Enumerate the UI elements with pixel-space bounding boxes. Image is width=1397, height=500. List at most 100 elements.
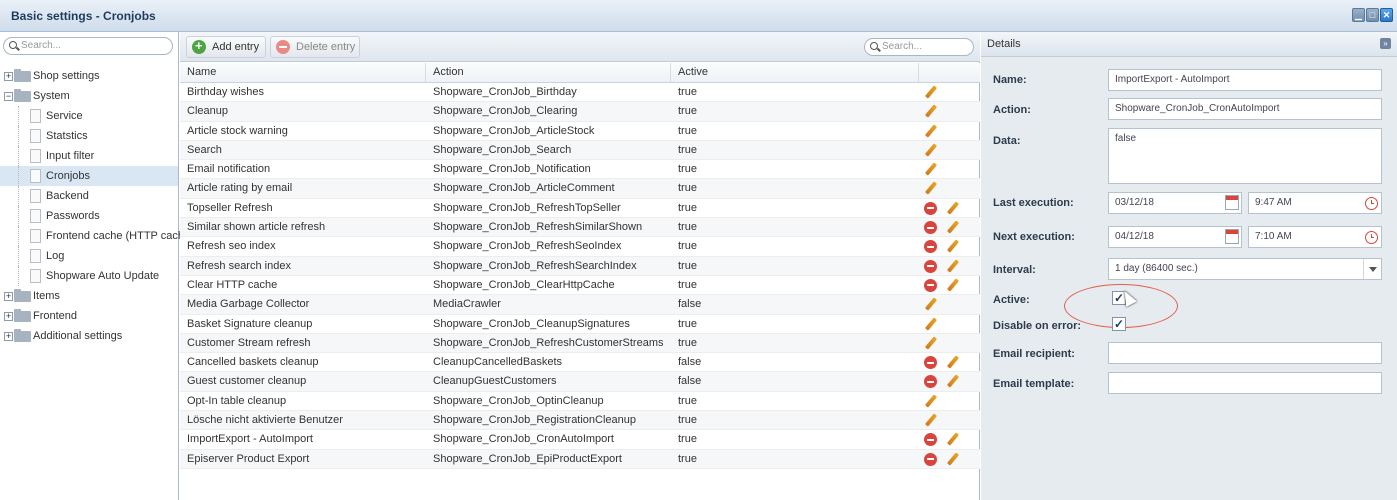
disable-on-error-checkbox[interactable]: ✓ bbox=[1112, 317, 1126, 331]
edit-pencil-icon[interactable] bbox=[924, 143, 938, 157]
column-header-active[interactable]: Active bbox=[671, 63, 919, 82]
expand-icon[interactable]: + bbox=[4, 72, 13, 81]
tree-item-input-filter[interactable]: Input filter bbox=[0, 146, 178, 166]
action-field[interactable]: Shopware_CronJob_CronAutoImport bbox=[1108, 98, 1382, 120]
column-header-action[interactable]: Action bbox=[426, 63, 671, 82]
collapse-icon[interactable]: » bbox=[1380, 38, 1391, 49]
delete-row-icon[interactable] bbox=[924, 375, 937, 389]
table-row[interactable]: Cleanup Shopware_CronJob_Clearing true bbox=[180, 102, 980, 122]
table-row[interactable]: Refresh seo index Shopware_CronJob_Refres… bbox=[180, 237, 980, 257]
tree-item-shop-settings[interactable]: + Shop settings bbox=[0, 66, 178, 86]
delete-row-icon[interactable] bbox=[924, 452, 937, 466]
edit-pencil-icon[interactable] bbox=[924, 85, 938, 99]
edit-pencil-icon[interactable] bbox=[924, 336, 938, 350]
expand-icon[interactable]: + bbox=[4, 332, 13, 341]
email-recipient-label: Email recipient: bbox=[993, 348, 1075, 360]
edit-pencil-icon[interactable] bbox=[924, 413, 938, 427]
table-row[interactable]: Search Shopware_CronJob_Search true bbox=[180, 140, 980, 161]
table-row[interactable]: Lösche nicht aktivierte Benutzer Shopware… bbox=[180, 411, 980, 431]
delete-row-icon[interactable] bbox=[924, 201, 937, 215]
last-execution-date[interactable]: 03/12/18 bbox=[1108, 192, 1242, 214]
collapse-icon[interactable]: − bbox=[4, 92, 13, 101]
tree-item-frontend[interactable]: + Frontend bbox=[0, 306, 178, 326]
delete-row-icon[interactable] bbox=[924, 356, 937, 370]
interval-combo[interactable]: 1 day (86400 sec.) bbox=[1108, 258, 1382, 280]
delete-row-icon[interactable] bbox=[924, 221, 937, 235]
table-row[interactable]: Refresh search index Shopware_CronJob_Ref… bbox=[180, 256, 980, 276]
delete-row-icon[interactable] bbox=[924, 259, 937, 273]
expand-icon[interactable]: + bbox=[4, 312, 13, 321]
tree-item-additional-settings[interactable]: + Additional settings bbox=[0, 326, 178, 346]
tree-item-system[interactable]: − System bbox=[0, 86, 178, 106]
tree-item-frontend-cache-http-cache[interactable]: Frontend cache (HTTP cache) bbox=[0, 226, 194, 246]
table-row[interactable]: Episerver Product Export Shopware_CronJob… bbox=[180, 449, 980, 469]
expand-icon[interactable]: + bbox=[4, 292, 13, 301]
chevron-down-icon[interactable] bbox=[1363, 259, 1381, 279]
tree-item-log[interactable]: Log bbox=[0, 246, 178, 266]
delete-row-icon[interactable] bbox=[924, 278, 937, 292]
name-field[interactable]: ImportExport - AutoImport bbox=[1108, 69, 1382, 91]
edit-pencil-icon[interactable] bbox=[946, 201, 960, 215]
edit-pencil-icon[interactable] bbox=[924, 162, 938, 176]
table-row[interactable]: Article rating by email Shopware_CronJob_… bbox=[180, 179, 980, 199]
clock-icon[interactable] bbox=[1365, 231, 1378, 244]
cell-name: Clear HTTP cache bbox=[187, 278, 278, 291]
table-row[interactable]: Article stock warning Shopware_CronJob_Ar… bbox=[180, 122, 980, 141]
email-template-field[interactable] bbox=[1108, 372, 1382, 394]
edit-pencil-icon[interactable] bbox=[946, 259, 960, 273]
tree-item-passwords[interactable]: Passwords bbox=[0, 206, 178, 226]
edit-pencil-icon[interactable] bbox=[946, 374, 960, 388]
next-execution-time[interactable]: 7:10 AM bbox=[1248, 226, 1382, 248]
tree-item-shopware-auto-update[interactable]: Shopware Auto Update bbox=[0, 266, 178, 286]
grid-search-input[interactable]: Search... bbox=[864, 38, 974, 56]
edit-pencil-icon[interactable] bbox=[924, 394, 938, 408]
last-execution-time[interactable]: 9:47 AM bbox=[1248, 192, 1382, 214]
close-icon[interactable]: ✕ bbox=[1380, 8, 1393, 22]
tree-item-cronjobs[interactable]: Cronjobs bbox=[0, 166, 178, 186]
email-recipient-field[interactable] bbox=[1108, 342, 1382, 364]
edit-pencil-icon[interactable] bbox=[924, 124, 938, 138]
table-row[interactable]: Topseller Refresh Shopware_CronJob_Refres… bbox=[180, 199, 980, 219]
cell-active: false bbox=[678, 356, 702, 369]
calendar-icon[interactable] bbox=[1225, 229, 1239, 244]
cell-active: true bbox=[678, 278, 697, 291]
table-row[interactable]: Cancelled baskets cleanup CleanupCancelle… bbox=[180, 353, 980, 373]
tree-item-backend[interactable]: Backend bbox=[0, 186, 178, 206]
delete-row-icon[interactable] bbox=[924, 240, 937, 254]
cell-name: Cancelled baskets cleanup bbox=[187, 356, 319, 369]
table-row[interactable]: Similar shown article refresh Shopware_Cr… bbox=[180, 218, 980, 238]
table-row[interactable]: Media Garbage Collector MediaCrawler false bbox=[180, 295, 980, 315]
edit-pencil-icon[interactable] bbox=[924, 317, 938, 331]
minimize-icon[interactable]: ▁ bbox=[1352, 8, 1365, 22]
add-entry-button[interactable]: Add entry bbox=[186, 36, 266, 58]
calendar-icon[interactable] bbox=[1225, 195, 1239, 210]
table-row[interactable]: Email notification Shopware_CronJob_Notif… bbox=[180, 160, 980, 180]
delete-row-icon[interactable] bbox=[924, 433, 937, 447]
tree-search-input[interactable]: Search... bbox=[3, 37, 173, 55]
next-execution-date[interactable]: 04/12/18 bbox=[1108, 226, 1242, 248]
edit-pencil-icon[interactable] bbox=[946, 278, 960, 292]
table-row[interactable]: Clear HTTP cache Shopware_CronJob_ClearHt… bbox=[180, 276, 980, 296]
edit-pencil-icon[interactable] bbox=[946, 432, 960, 446]
column-header-name[interactable]: Name bbox=[180, 63, 426, 82]
edit-pencil-icon[interactable] bbox=[924, 181, 938, 195]
tree-item-statstics[interactable]: Statstics bbox=[0, 126, 178, 146]
edit-pencil-icon[interactable] bbox=[924, 104, 938, 118]
table-row[interactable]: Guest customer cleanup CleanupGuestCustom… bbox=[180, 372, 980, 392]
clock-icon[interactable] bbox=[1365, 197, 1378, 210]
edit-pencil-icon[interactable] bbox=[946, 452, 960, 466]
table-row[interactable]: Basket Signature cleanup Shopware_CronJob… bbox=[180, 315, 980, 334]
tree-item-service[interactable]: Service bbox=[0, 106, 178, 126]
data-textarea[interactable]: false bbox=[1108, 128, 1382, 184]
table-row[interactable]: Customer Stream refresh Shopware_CronJob_… bbox=[180, 333, 980, 354]
edit-pencil-icon[interactable] bbox=[946, 239, 960, 253]
maximize-icon[interactable]: □ bbox=[1366, 8, 1379, 22]
edit-pencil-icon[interactable] bbox=[924, 297, 938, 311]
table-row[interactable]: ImportExport - AutoImport Shopware_CronJo… bbox=[180, 430, 980, 450]
edit-pencil-icon[interactable] bbox=[946, 355, 960, 369]
table-row[interactable]: Birthday wishes Shopware_CronJob_Birthday… bbox=[180, 83, 980, 103]
table-row[interactable]: Opt-In table cleanup Shopware_CronJob_Opt… bbox=[180, 392, 980, 412]
edit-pencil-icon[interactable] bbox=[946, 220, 960, 234]
delete-entry-button[interactable]: Delete entry bbox=[270, 36, 360, 58]
tree-item-items[interactable]: + Items bbox=[0, 286, 178, 306]
